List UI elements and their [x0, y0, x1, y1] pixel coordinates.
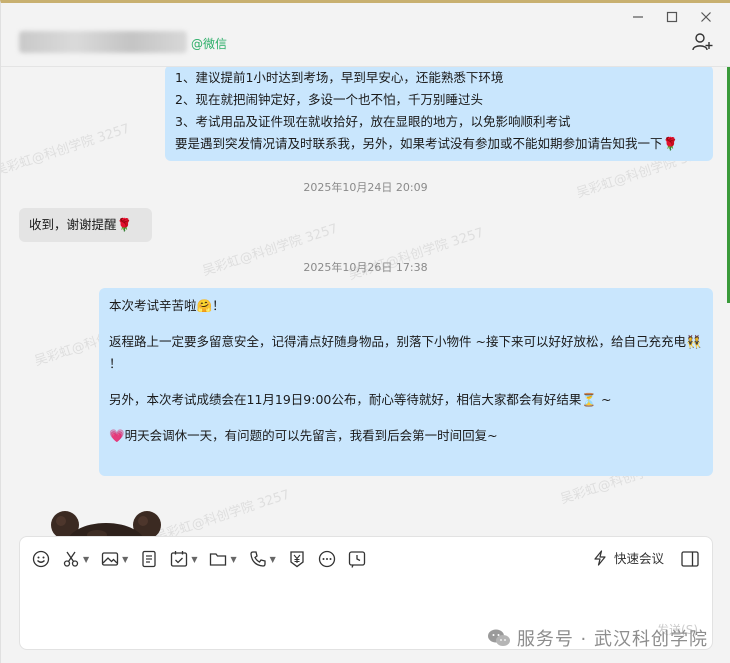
heart-emoji: 💗: [109, 428, 125, 443]
message-text: 收到，谢谢提醒: [29, 217, 117, 232]
minimize-button[interactable]: [626, 7, 650, 27]
add-member-button[interactable]: [690, 31, 716, 53]
chat-window: ██████████ @微信 吴彩虹@科创学院 3257 吴彩虹@科创学院 32…: [0, 0, 730, 663]
chevron-down-icon[interactable]: ▼: [191, 555, 197, 564]
image-icon: [102, 552, 119, 566]
message-text: 明天会调休一天，有问题的可以先留言，我看到后会第一时间回复~: [124, 428, 498, 443]
chevron-down-icon[interactable]: ▼: [83, 555, 89, 564]
more-button[interactable]: [318, 545, 336, 573]
message-text: ！: [212, 298, 225, 313]
hug-emoji: 🤗: [196, 298, 213, 313]
message-line: 1、建议提前1小时达到考场，早到早安心，还能熟悉下环境: [175, 70, 504, 85]
maximize-icon: [666, 11, 678, 23]
service-account-label: 服务号 · 武汉科创学院: [516, 629, 708, 650]
minimize-icon: [633, 16, 643, 18]
outgoing-message[interactable]: 1、建议提前1小时达到考场，早到早安心，还能熟悉下环境 2、现在就把闹钟定好，多…: [165, 67, 713, 161]
lightning-icon: [594, 549, 606, 566]
message-text: 另外，本次考试成绩会在11月19日9:00公布，耐心等待就好，相信大家都会有好结…: [109, 392, 582, 407]
yen-icon: [290, 551, 304, 568]
file-button[interactable]: ▼: [209, 545, 237, 573]
message-text: ~: [596, 392, 612, 407]
call-button[interactable]: ▼: [249, 545, 276, 573]
clock-icon: [348, 551, 365, 568]
close-button[interactable]: [694, 7, 718, 27]
watermark: 吴彩虹@科创学院 3257: [1, 121, 132, 180]
history-button[interactable]: [348, 545, 366, 573]
image-button[interactable]: ▼: [101, 545, 128, 573]
rose-emoji: 🌹: [116, 217, 133, 232]
chevron-down-icon[interactable]: ▼: [230, 555, 236, 564]
message-line: 3、考试用品及证件现在就收拾好，放在显眼的地方，以免影响顺利考试: [175, 114, 571, 129]
rose-emoji: 🌹: [662, 136, 679, 151]
message-timestamp: 2025年10月24日 20:09: [303, 181, 428, 194]
side-panel-toggle[interactable]: [680, 549, 700, 569]
folder-icon: [210, 553, 227, 566]
emoji-button[interactable]: [32, 545, 50, 573]
quick-meeting-label: 快速会议: [613, 551, 664, 566]
service-account-watermark: 服务号 · 武汉科创学院: [487, 625, 708, 651]
wechat-logo-icon: [487, 629, 510, 646]
contact-source-tag: @微信: [191, 37, 228, 51]
document-button[interactable]: [140, 545, 158, 573]
message-line: 要是遇到突发情况请及时联系我，另外，如果考试没有参加或不能如期参加请告知我一下🌹: [175, 133, 703, 155]
message-text: ！: [109, 356, 122, 371]
side-panel-icon: [681, 551, 699, 567]
message-text: 返程路上一定要多留意安全，记得清点好随身物品，别落下小物件 ~接下来可以好好放松…: [109, 334, 686, 349]
maximize-button[interactable]: [660, 7, 684, 27]
scissors-icon: [63, 551, 79, 567]
message-line: 本次考试辛苦啦🤗！: [109, 295, 703, 317]
check-calendar-icon: [171, 551, 188, 567]
message-text: 本次考试辛苦啦: [109, 298, 197, 313]
incoming-message[interactable]: 收到，谢谢提醒🌹: [19, 208, 152, 242]
message-list[interactable]: 吴彩虹@科创学院 3257 吴彩虹@科创学院 3257 吴彩虹@科创学院 325…: [1, 67, 730, 537]
emoji-icon: [32, 550, 50, 568]
more-icon: [318, 550, 335, 568]
sticker-hair-shape: [51, 511, 161, 537]
message-line: 返程路上一定要多留意安全，记得清点好随身物品，别落下小物件 ~接下来可以好好放松…: [109, 331, 703, 375]
document-icon: [142, 550, 156, 568]
message-line: 另外，本次考试成绩会在11月19日9:00公布，耐心等待就好，相信大家都会有好结…: [109, 389, 703, 411]
contact-name[interactable]: ██████████: [19, 31, 187, 53]
add-member-icon: [692, 33, 713, 51]
dancers-emoji: 👯: [685, 334, 702, 349]
message-line: 2、现在就把闹钟定好，多设一个也不怕，千万别睡过头: [175, 92, 483, 107]
phone-icon: [249, 551, 266, 567]
sticker-image[interactable]: [47, 503, 165, 537]
message-text: 要是遇到突发情况请及时联系我，另外，如果考试没有参加或不能如期参加请告知我一下: [175, 136, 663, 151]
message-line: 💗明天会调休一天，有问题的可以先留言，我看到后会第一时间回复~: [109, 425, 703, 447]
chevron-down-icon[interactable]: ▼: [122, 555, 128, 564]
transfer-button[interactable]: [288, 545, 306, 573]
watermark: 吴彩虹@科创学院 3257: [152, 487, 292, 537]
hourglass-emoji: ⏳: [581, 392, 597, 407]
message-line: 收到，谢谢提醒🌹: [29, 214, 142, 236]
title-bar: ██████████ @微信: [1, 3, 730, 67]
schedule-button[interactable]: ▼: [170, 545, 197, 573]
quick-meeting-button[interactable]: 快速会议: [592, 548, 664, 567]
close-icon: [701, 12, 711, 22]
message-timestamp: 2025年10月26日 17:38: [303, 261, 428, 274]
screenshot-button[interactable]: ▼: [62, 545, 89, 573]
outgoing-message[interactable]: 本次考试辛苦啦🤗！ 返程路上一定要多留意安全，记得清点好随身物品，别落下小物件 …: [99, 288, 713, 476]
chevron-down-icon[interactable]: ▼: [270, 555, 276, 564]
